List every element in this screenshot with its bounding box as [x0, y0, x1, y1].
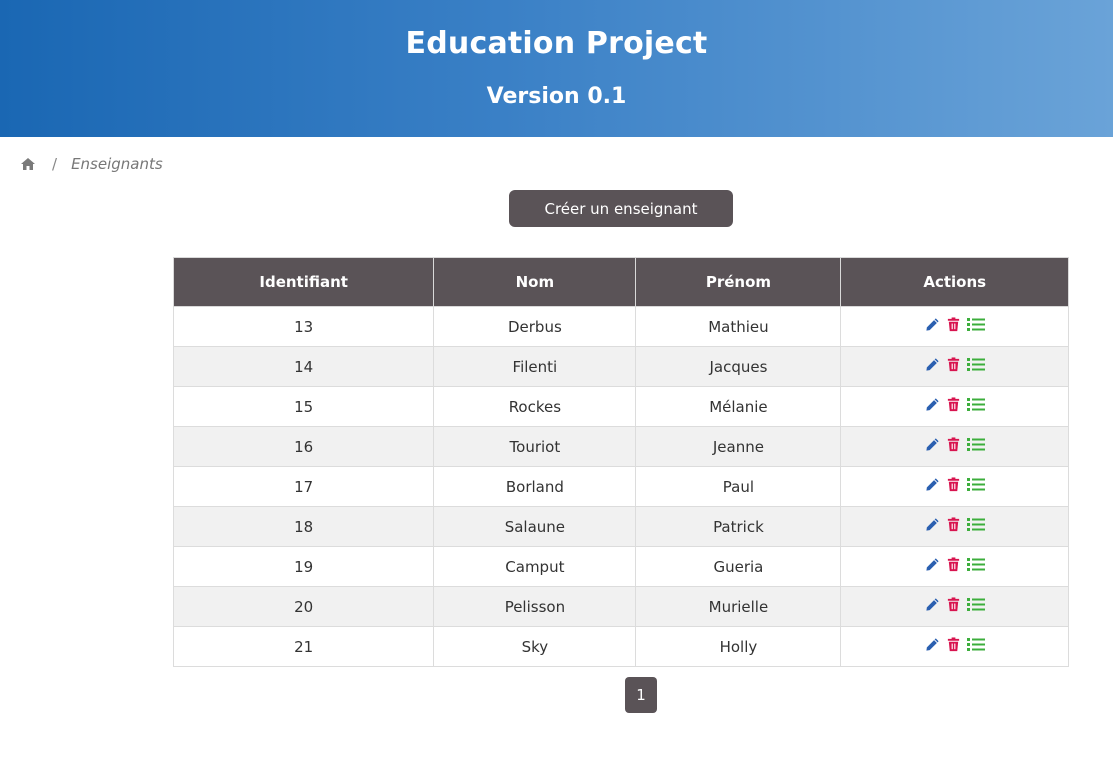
app-title: Education Project: [405, 26, 708, 61]
pencil-icon[interactable]: [925, 517, 940, 532]
header-prenom: Prénom: [635, 257, 842, 307]
table-row: 15 Rockes Mélanie: [172, 386, 1069, 427]
cell-identifiant: 18: [172, 506, 435, 547]
table-row: 19 Camput Gueria: [172, 546, 1069, 587]
pencil-icon[interactable]: [925, 397, 940, 412]
header-actions: Actions: [840, 257, 1069, 307]
cell-prenom: Murielle: [635, 586, 842, 627]
list-icon[interactable]: [966, 477, 985, 492]
home-icon[interactable]: [20, 156, 36, 172]
list-icon[interactable]: [966, 637, 985, 652]
cell-nom: Borland: [433, 466, 637, 507]
cell-identifiant: 17: [172, 466, 435, 507]
pencil-icon[interactable]: [925, 357, 940, 372]
list-icon[interactable]: [966, 557, 985, 572]
cell-prenom: Jeanne: [635, 426, 842, 467]
cell-nom: Camput: [433, 546, 637, 587]
trash-icon[interactable]: [946, 317, 961, 332]
cell-identifiant: 19: [172, 546, 435, 587]
table-row: 14 Filenti Jacques: [172, 346, 1069, 387]
create-teacher-button[interactable]: Créer un enseignant: [509, 190, 733, 227]
list-icon[interactable]: [966, 597, 985, 612]
app-version: Version 0.1: [486, 84, 627, 109]
cell-nom: Pelisson: [433, 586, 637, 627]
pencil-icon[interactable]: [925, 317, 940, 332]
cell-prenom: Mathieu: [635, 306, 842, 347]
cell-nom: Derbus: [433, 306, 637, 347]
cell-identifiant: 20: [172, 586, 435, 627]
breadcrumb-separator: /: [52, 155, 58, 173]
list-icon[interactable]: [966, 437, 985, 452]
cell-nom: Touriot: [433, 426, 637, 467]
breadcrumb: / Enseignants: [20, 155, 163, 173]
breadcrumb-current: Enseignants: [71, 155, 163, 173]
pencil-icon[interactable]: [925, 477, 940, 492]
pagination: 1: [625, 677, 657, 713]
cell-identifiant: 21: [172, 626, 435, 667]
cell-prenom: Jacques: [635, 346, 842, 387]
table-row: 13 Derbus Mathieu: [172, 306, 1069, 347]
cell-actions: [840, 426, 1069, 467]
list-icon[interactable]: [966, 397, 985, 412]
pencil-icon[interactable]: [925, 557, 940, 572]
trash-icon[interactable]: [946, 517, 961, 532]
cell-nom: Filenti: [433, 346, 637, 387]
page-header: Education Project Version 0.1: [0, 0, 1113, 137]
list-icon[interactable]: [966, 317, 985, 332]
cell-identifiant: 16: [172, 426, 435, 467]
cell-identifiant: 14: [172, 346, 435, 387]
cell-actions: [840, 506, 1069, 547]
cell-prenom: Paul: [635, 466, 842, 507]
cell-nom: Salaune: [433, 506, 637, 547]
table-row: 18 Salaune Patrick: [172, 506, 1069, 547]
trash-icon[interactable]: [946, 397, 961, 412]
table-row: 20 Pelisson Murielle: [172, 586, 1069, 627]
cell-actions: [840, 586, 1069, 627]
pencil-icon[interactable]: [925, 637, 940, 652]
list-icon[interactable]: [966, 517, 985, 532]
trash-icon[interactable]: [946, 557, 961, 572]
table-row: 17 Borland Paul: [172, 466, 1069, 507]
cell-prenom: Patrick: [635, 506, 842, 547]
cell-actions: [840, 546, 1069, 587]
trash-icon[interactable]: [946, 437, 961, 452]
teachers-table: Identifiant Nom Prénom Actions 13 Derbus M…: [172, 257, 1069, 667]
table-row: 16 Touriot Jeanne: [172, 426, 1069, 467]
trash-icon[interactable]: [946, 597, 961, 612]
cell-prenom: Mélanie: [635, 386, 842, 427]
cell-identifiant: 13: [172, 306, 435, 347]
cell-actions: [840, 306, 1069, 347]
cell-prenom: Holly: [635, 626, 842, 667]
pencil-icon[interactable]: [925, 597, 940, 612]
trash-icon[interactable]: [946, 357, 961, 372]
cell-actions: [840, 626, 1069, 667]
page-button[interactable]: 1: [625, 677, 657, 713]
cell-actions: [840, 386, 1069, 427]
cell-actions: [840, 466, 1069, 507]
header-identifiant: Identifiant: [172, 257, 435, 307]
trash-icon[interactable]: [946, 637, 961, 652]
table-row: 21 Sky Holly: [172, 626, 1069, 667]
pencil-icon[interactable]: [925, 437, 940, 452]
cell-nom: Sky: [433, 626, 637, 667]
cell-identifiant: 15: [172, 386, 435, 427]
cell-nom: Rockes: [433, 386, 637, 427]
table-header-row: Identifiant Nom Prénom Actions: [172, 257, 1069, 307]
trash-icon[interactable]: [946, 477, 961, 492]
list-icon[interactable]: [966, 357, 985, 372]
header-nom: Nom: [433, 257, 637, 307]
cell-prenom: Gueria: [635, 546, 842, 587]
cell-actions: [840, 346, 1069, 387]
